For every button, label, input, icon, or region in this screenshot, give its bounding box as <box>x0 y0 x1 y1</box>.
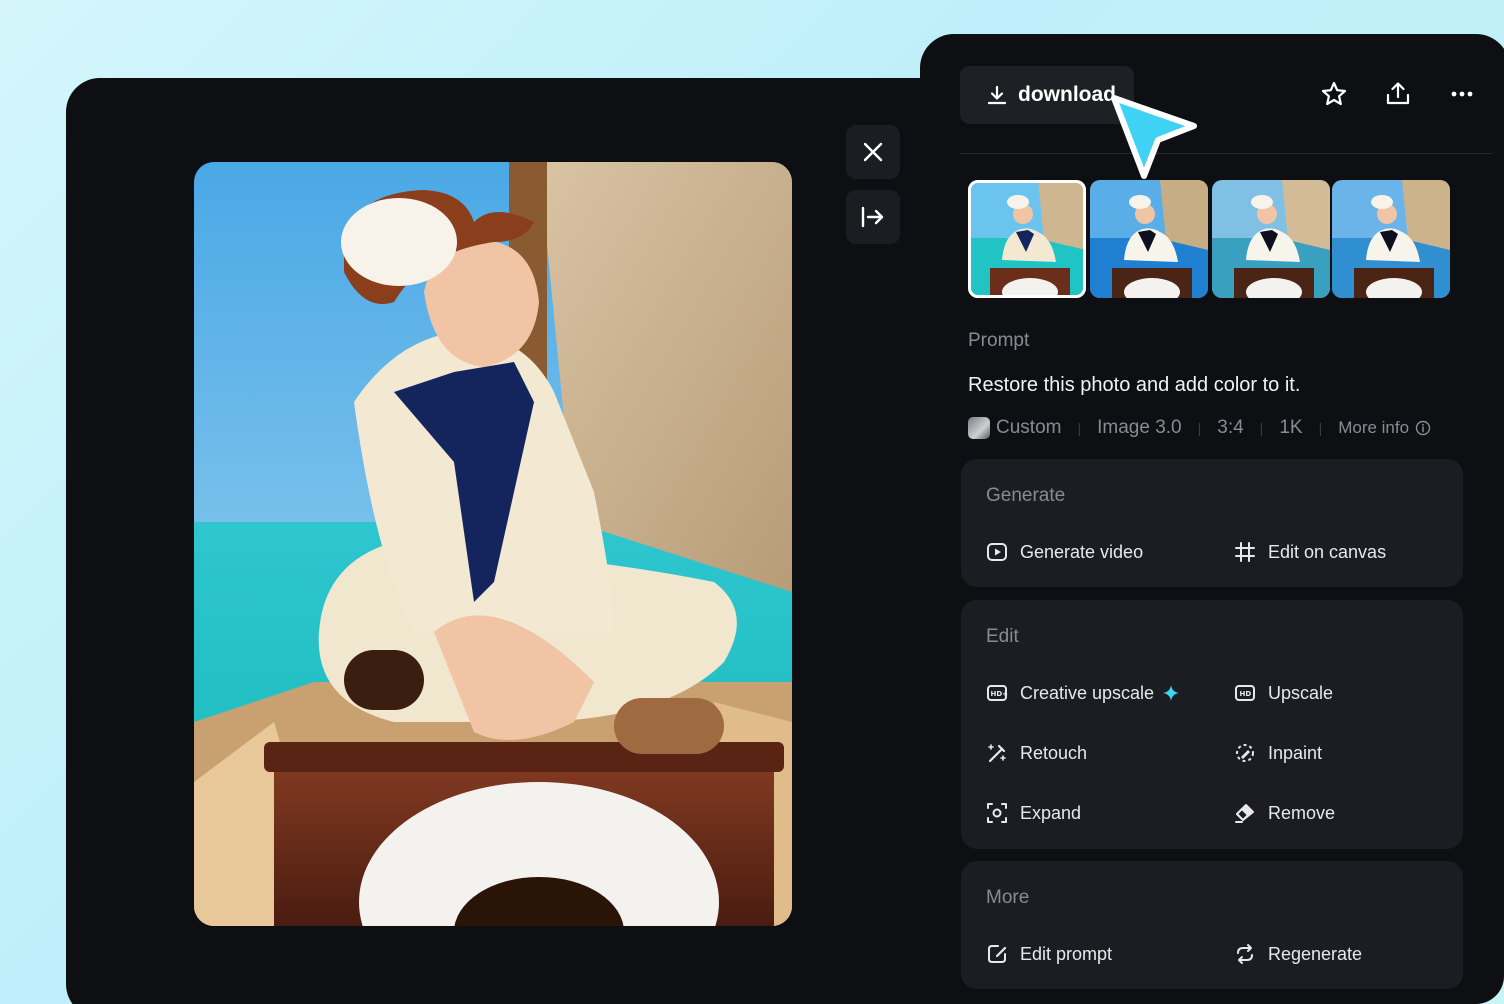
section-title: Generate <box>986 485 1066 506</box>
svg-text:HD+: HD+ <box>991 690 1009 698</box>
generate-video-button[interactable]: Generate video <box>986 541 1143 563</box>
edit-prompt-icon <box>988 945 1007 963</box>
action-label: Expand <box>1020 802 1082 823</box>
thumbnail-1[interactable] <box>968 180 1086 298</box>
creative-upscale-button[interactable]: HD+ Creative upscale <box>986 682 1180 704</box>
generate-section: Generate Generate video Edit on canvas <box>961 459 1463 587</box>
download-label: download <box>1018 83 1116 106</box>
meta-separator: | <box>1259 420 1264 436</box>
prompt-label: Prompt <box>968 330 1030 351</box>
meta-resolution: 1K <box>1279 417 1303 438</box>
remove-button[interactable]: Remove <box>1234 802 1335 824</box>
collapse-panel-button[interactable] <box>846 190 900 244</box>
retouch-button[interactable]: Retouch <box>986 742 1087 764</box>
regenerate-icon <box>1237 944 1253 964</box>
info-icon <box>1415 420 1431 436</box>
video-play-icon <box>987 543 1007 561</box>
download-icon <box>987 85 1007 105</box>
edit-prompt-button[interactable]: Edit prompt <box>986 943 1112 965</box>
prompt-text: Restore this photo and add color to it. <box>968 374 1301 396</box>
app-frame: download Prompt Restore this photo and a… <box>0 0 1504 1004</box>
action-label: Edit prompt <box>1020 943 1113 964</box>
meta-separator: | <box>1197 420 1202 436</box>
header-divider <box>960 153 1492 154</box>
thumbnail-2[interactable] <box>1090 180 1208 298</box>
meta-model: Image 3.0 <box>1097 417 1182 438</box>
inpaint-icon <box>1236 744 1254 762</box>
share-icon <box>1386 82 1410 105</box>
regenerate-button[interactable]: Regenerate <box>1234 943 1362 965</box>
action-label: Upscale <box>1268 682 1334 703</box>
inpaint-button[interactable]: Inpaint <box>1234 742 1322 764</box>
meta-separator: | <box>1077 420 1082 436</box>
edit-section: Edit HD+ Creative upscale HD Upscale Ret… <box>961 600 1463 849</box>
action-label: Remove <box>1268 802 1336 823</box>
action-label: Regenerate <box>1268 943 1363 964</box>
action-label: Inpaint <box>1268 742 1323 763</box>
more-info-link[interactable]: More info <box>1338 418 1431 438</box>
crop-icon <box>1235 542 1255 562</box>
action-label: Retouch <box>1020 742 1088 763</box>
more-section: More Edit prompt Regenerate <box>961 861 1463 989</box>
action-label: Creative upscale <box>1020 682 1155 703</box>
close-icon <box>863 142 883 162</box>
expand-icon <box>987 803 1007 823</box>
meta-ratio: 3:4 <box>1217 417 1244 438</box>
meta-style: Custom <box>996 417 1062 438</box>
upscale-button[interactable]: HD Upscale <box>1234 682 1333 704</box>
magic-wand-icon <box>988 744 1006 763</box>
more-icon <box>1451 91 1473 97</box>
sparkle-icon <box>1163 685 1180 701</box>
generation-meta: Custom | Image 3.0 | 3:4 | 1K | More inf… <box>968 414 1431 442</box>
favorite-button[interactable] <box>1316 76 1352 112</box>
section-title: Edit <box>986 626 1019 647</box>
thumbnail-4[interactable] <box>1332 180 1450 298</box>
collapse-right-icon <box>861 206 884 228</box>
edit-on-canvas-button[interactable]: Edit on canvas <box>1234 541 1386 563</box>
hd-plus-icon: HD+ <box>987 685 1009 701</box>
expand-button[interactable]: Expand <box>986 802 1081 824</box>
more-options-button[interactable] <box>1444 76 1480 112</box>
thumbnail-3[interactable] <box>1212 180 1330 298</box>
more-info-label: More info <box>1338 418 1410 437</box>
style-avatar <box>968 417 990 439</box>
action-label: Generate video <box>1020 541 1144 562</box>
close-button[interactable] <box>846 125 900 179</box>
svg-text:HD: HD <box>1240 690 1252 698</box>
section-title: More <box>986 887 1030 908</box>
action-label: Edit on canvas <box>1268 541 1387 562</box>
pointer-cursor-icon <box>1111 95 1197 179</box>
main-image[interactable] <box>194 162 792 926</box>
restored-photo <box>194 162 792 926</box>
star-icon <box>1321 81 1347 106</box>
thumbnail-image <box>968 180 1086 298</box>
thumbnail-image <box>1212 180 1330 298</box>
eraser-icon <box>1235 804 1254 823</box>
meta-separator: | <box>1318 420 1323 436</box>
hd-icon: HD <box>1235 685 1255 701</box>
thumbnail-image <box>1090 180 1208 298</box>
thumbnail-image <box>1332 180 1450 298</box>
share-button[interactable] <box>1380 76 1416 112</box>
